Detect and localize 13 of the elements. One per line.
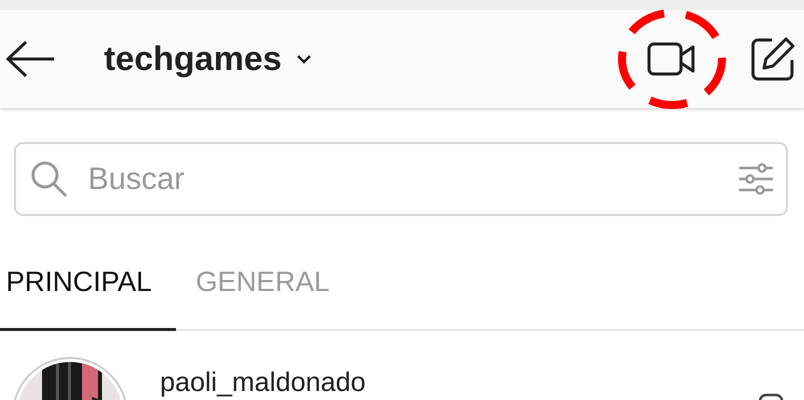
filter-sliders-icon[interactable] xyxy=(738,162,774,196)
new-message-button[interactable] xyxy=(750,36,796,82)
search-field[interactable]: Buscar xyxy=(14,142,788,216)
account-switcher[interactable]: techgames xyxy=(104,40,312,78)
pencil-square-icon xyxy=(750,36,796,82)
inbox-tab[interactable]: PRINCIPAL xyxy=(0,256,176,331)
username: paoli_maldonado xyxy=(160,367,367,398)
back-button[interactable] xyxy=(4,39,56,79)
search-icon xyxy=(30,160,68,198)
back-arrow-icon xyxy=(4,39,56,79)
video-camera-icon xyxy=(647,42,697,76)
video-call-button[interactable] xyxy=(647,42,697,76)
chevron-down-icon xyxy=(296,54,312,64)
